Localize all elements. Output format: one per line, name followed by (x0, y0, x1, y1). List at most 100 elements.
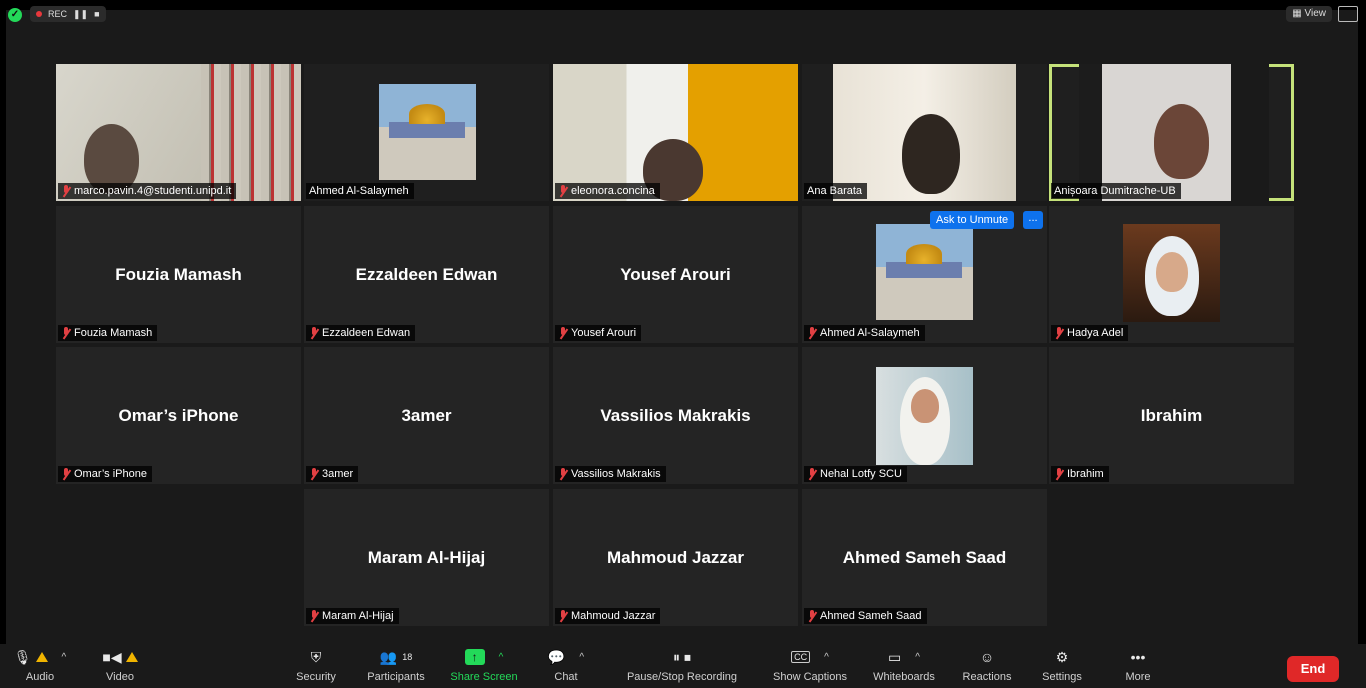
participants-button[interactable]: 👥 18 Participants (360, 644, 432, 688)
participant-tile[interactable]: Hadya Adel (1049, 206, 1294, 343)
chat-button[interactable]: 💬 ^ Chat (546, 644, 586, 688)
participant-label: Ana Barata (804, 183, 868, 199)
participant-label: Anișoara Dumitrache-UB (1051, 183, 1181, 199)
whiteboards-button[interactable]: ▭ ^ Whiteboards (868, 644, 940, 688)
muted-mic-icon (807, 468, 817, 480)
muted-mic-icon (807, 327, 817, 339)
participant-tile[interactable]: Omar’s iPhone Omar’s iPhone (56, 347, 301, 484)
participant-label: Nehal Lotfy SCU (804, 466, 907, 482)
stop-icon[interactable]: ■ (94, 6, 99, 22)
muted-mic-icon (61, 327, 71, 339)
share-screen-button[interactable]: ↑ ^ Share Screen (446, 644, 522, 688)
muted-mic-icon (309, 468, 319, 480)
end-meeting-button[interactable]: End (1287, 656, 1339, 682)
participant-label: marco.pavin.4@studenti.unipd.it (58, 183, 237, 199)
gear-icon: ⚙ (1055, 648, 1069, 665)
person-silhouette (1154, 104, 1209, 179)
pause-stop-recording-button[interactable]: ⏸ ⏹ Pause/Stop Recording (620, 644, 744, 688)
video-tile[interactable]: Ahmed Al-Salaymeh (304, 64, 549, 201)
muted-mic-icon (807, 610, 817, 622)
muted-mic-icon (1054, 327, 1064, 339)
chevron-up-icon[interactable]: ^ (499, 652, 504, 663)
profile-photo (379, 84, 476, 180)
chevron-up-icon[interactable]: ^ (915, 652, 920, 663)
muted-mic-icon (558, 327, 568, 339)
participant-label: Yousef Arouri (555, 325, 642, 341)
zoom-window: ✓ REC ❚❚ ■ ▦ View marco.pavin.4@studenti… (0, 0, 1366, 688)
participant-tile[interactable]: Ibrahim Ibrahim (1049, 347, 1294, 484)
muted-mic-icon (558, 468, 568, 480)
participant-label: Omar’s iPhone (58, 466, 152, 482)
top-bar: ✓ REC ❚❚ ■ ▦ View (0, 0, 1366, 22)
participant-tile[interactable]: Yousef Arouri Yousef Arouri (553, 206, 798, 343)
encryption-shield-icon[interactable]: ✓ (8, 8, 22, 22)
muted-mic-icon (558, 610, 568, 622)
participant-display-name: Fouzia Mamash (115, 264, 242, 284)
muted-mic-icon (61, 468, 71, 480)
participant-tile[interactable]: 3amer 3amer (304, 347, 549, 484)
camera-icon: ■◀ (102, 648, 122, 665)
tile-more-options-button[interactable]: ... (1023, 211, 1043, 229)
pause-icon: ⏸ (673, 648, 680, 665)
profile-photo (1123, 224, 1220, 322)
participant-label: 3amer (306, 466, 359, 482)
settings-button[interactable]: ⚙ Settings (1038, 644, 1086, 688)
participant-tile[interactable]: Mahmoud Jazzar Mahmoud Jazzar (553, 489, 798, 626)
video-tile[interactable]: marco.pavin.4@studenti.unipd.it (56, 64, 301, 201)
chevron-up-icon[interactable]: ^ (579, 652, 584, 663)
participant-label: Mahmoud Jazzar (555, 608, 661, 624)
recording-indicator[interactable]: REC ❚❚ ■ (30, 6, 106, 22)
participant-label: Maram Al-Hijaj (306, 608, 399, 624)
chevron-up-icon[interactable]: ^ (62, 652, 67, 663)
audio-button[interactable]: 🎙 ^ Audio (14, 644, 67, 688)
participant-tile[interactable]: Fouzia Mamash Fouzia Mamash (56, 206, 301, 343)
view-button[interactable]: ▦ View (1286, 6, 1332, 22)
active-speaker-tile[interactable]: Anișoara Dumitrache-UB (1049, 64, 1294, 201)
video-tile[interactable]: eleonora.concina (553, 64, 798, 201)
security-button[interactable]: ⛨ Security (290, 644, 342, 688)
participant-display-name: Vassilios Makrakis (600, 405, 751, 425)
participant-tile[interactable]: Nehal Lotfy SCU (802, 347, 1047, 484)
show-captions-button[interactable]: CC ^ Show Captions (768, 644, 852, 688)
participant-display-name: Ibrahim (1140, 405, 1203, 425)
smiley-plus-icon: ☺ (979, 649, 995, 665)
chat-bubble-icon: 💬 (547, 648, 566, 665)
participant-count: 18 (402, 652, 413, 662)
rec-label: REC (48, 9, 68, 19)
participant-label: Fouzia Mamash (58, 325, 158, 341)
participant-label: Ibrahim (1051, 466, 1109, 482)
ask-to-unmute-button[interactable]: Ask to Unmute (930, 211, 1015, 229)
fullscreen-icon[interactable] (1338, 6, 1358, 22)
muted-mic-icon (309, 327, 319, 339)
muted-mic-icon (61, 185, 71, 197)
participant-tile[interactable]: Vassilios Makrakis Vassilios Makrakis (553, 347, 798, 484)
participant-display-name: Omar’s iPhone (118, 405, 239, 425)
participant-tile[interactable]: Ahmed Sameh Saad Ahmed Sameh Saad (802, 489, 1047, 626)
whiteboard-icon: ▭ (888, 648, 902, 665)
chevron-up-icon[interactable]: ^ (824, 652, 829, 663)
participant-label: Hadya Adel (1051, 325, 1129, 341)
participant-tile[interactable]: Ezzaldeen Edwan Ezzaldeen Edwan (304, 206, 549, 343)
video-button[interactable]: ■◀ Video (96, 644, 144, 688)
reactions-button[interactable]: ☺ Reactions (958, 644, 1016, 688)
participant-display-name: Ezzaldeen Edwan (355, 264, 498, 284)
more-button[interactable]: ••• More (1114, 644, 1162, 688)
profile-photo (876, 224, 973, 320)
video-tile[interactable]: Ana Barata (802, 64, 1047, 201)
participant-label: Vassilios Makrakis (555, 466, 666, 482)
participants-icon: 👥 (379, 648, 398, 665)
participant-label: Ahmed Sameh Saad (804, 608, 927, 624)
muted-mic-icon (558, 185, 568, 197)
participant-label: Ahmed Al-Salaymeh (306, 183, 414, 199)
participant-display-name: Mahmoud Jazzar (607, 547, 744, 567)
participant-display-name: Yousef Arouri (620, 264, 731, 284)
pause-icon[interactable]: ❚❚ (73, 6, 88, 22)
captions-icon: CC (791, 651, 811, 663)
share-screen-icon: ↑ (464, 649, 485, 665)
participant-tile[interactable]: Maram Al-Hijaj Maram Al-Hijaj (304, 489, 549, 626)
rec-dot-icon (36, 11, 42, 17)
participant-display-name: 3amer (401, 405, 452, 425)
profile-photo (876, 367, 973, 465)
shield-icon: ⛨ (310, 648, 322, 665)
participant-label: Ezzaldeen Edwan (306, 325, 416, 341)
